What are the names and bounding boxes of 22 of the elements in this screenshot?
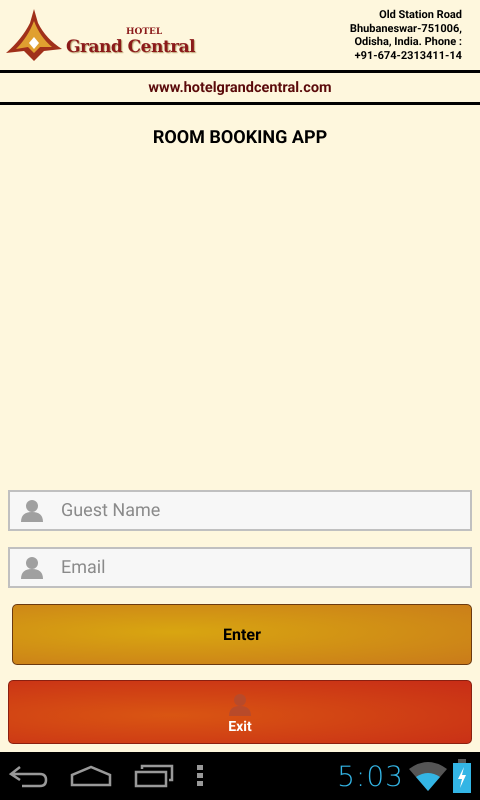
enter-button[interactable]: Enter bbox=[12, 604, 472, 665]
person-icon bbox=[228, 692, 252, 716]
website-link[interactable]: www.hotelgrandcentral.com bbox=[148, 79, 332, 96]
battery-icon bbox=[452, 759, 472, 793]
person-icon bbox=[20, 499, 44, 523]
app-title: ROOM BOOKING APP bbox=[152, 127, 328, 148]
logo-tagline: HOTEL bbox=[126, 27, 164, 37]
address-line: Old Station Road bbox=[379, 8, 462, 22]
menu-icon[interactable] bbox=[196, 764, 204, 788]
back-icon[interactable] bbox=[8, 764, 48, 788]
person-icon bbox=[20, 556, 44, 580]
text-field[interactable]: Email bbox=[8, 547, 472, 588]
address-line: Odisha, India. Phone : bbox=[354, 35, 462, 48]
recent-apps-icon[interactable] bbox=[134, 764, 174, 788]
address-line: +91-674-2313411-14 bbox=[354, 48, 462, 62]
exit-button[interactable]: Exit bbox=[8, 680, 472, 744]
clock: 5:03 bbox=[337, 760, 404, 792]
hotel-name: Grand Central bbox=[66, 37, 196, 57]
home-icon[interactable] bbox=[70, 765, 112, 787]
address-line: Bhubaneswar-751006, bbox=[350, 22, 462, 35]
text-field[interactable]: Guest Name bbox=[8, 490, 472, 531]
wifi-icon bbox=[408, 761, 448, 791]
